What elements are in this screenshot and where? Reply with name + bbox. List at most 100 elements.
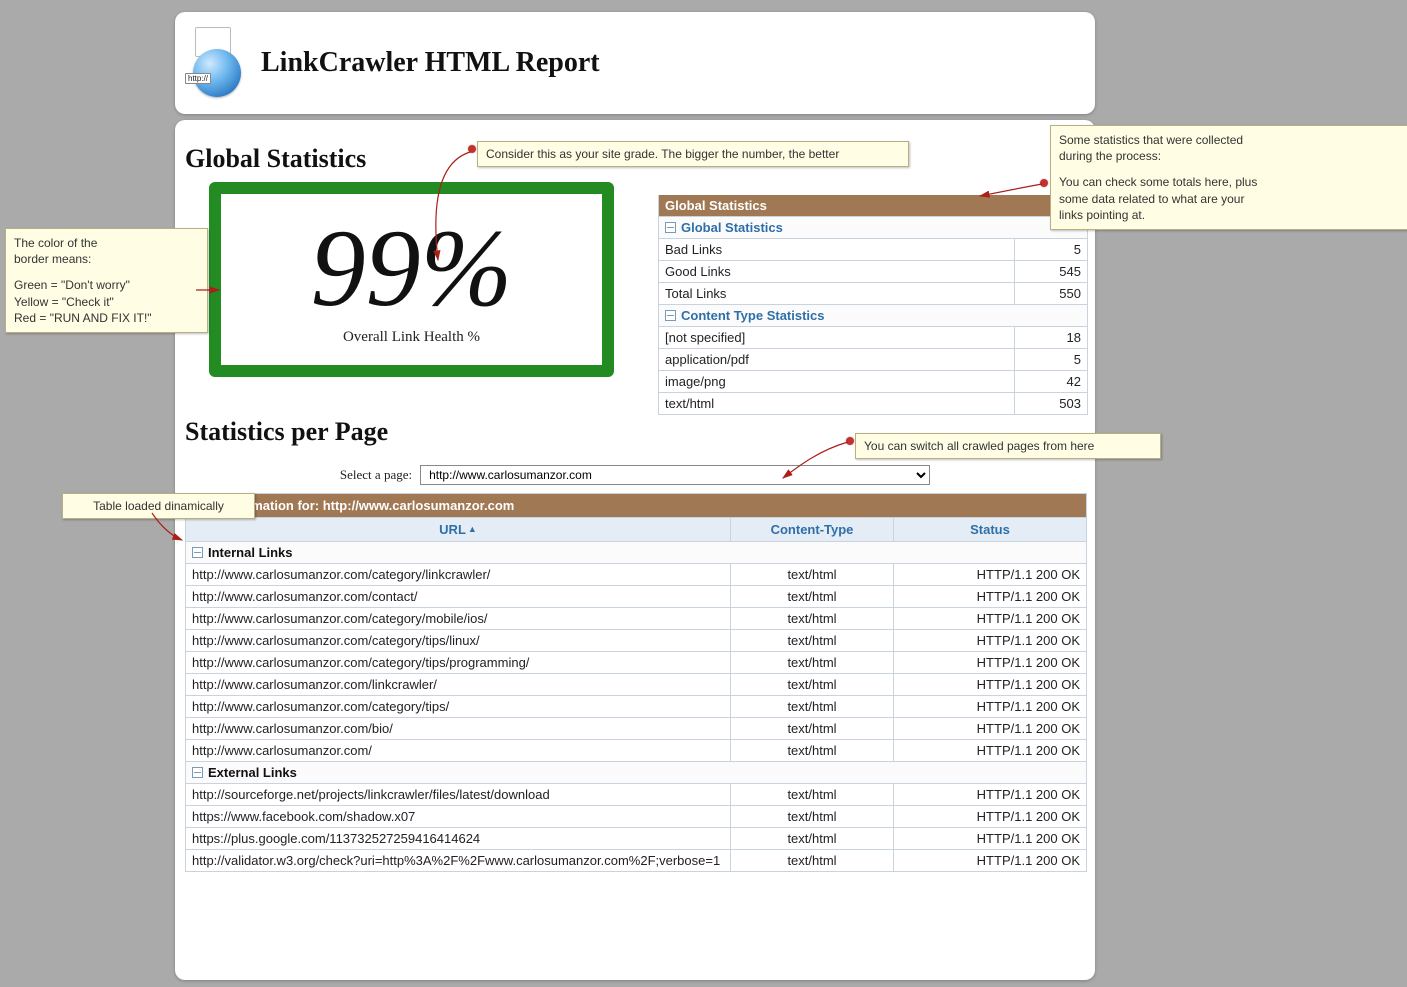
callout-dot-icon bbox=[846, 437, 854, 445]
stats-key: Bad Links bbox=[659, 239, 1014, 260]
link-row: http://www.carlosumanzor.com/linkcrawler… bbox=[186, 673, 1086, 695]
internal-links-label: Internal Links bbox=[208, 545, 293, 560]
note-line: Some statistics that were collected bbox=[1059, 132, 1407, 148]
note-line: Yellow = "Check it" bbox=[14, 294, 199, 310]
link-row: http://www.carlosumanzor.com/category/ti… bbox=[186, 695, 1086, 717]
collapse-icon[interactable] bbox=[665, 310, 676, 321]
collapse-icon[interactable] bbox=[192, 767, 203, 778]
global-stats-header: Global Statistics bbox=[659, 195, 1087, 216]
content-type-stats-group[interactable]: Content Type Statistics bbox=[659, 304, 1087, 326]
page-title: LinkCrawler HTML Report bbox=[261, 47, 600, 79]
health-score-value: 99% bbox=[311, 213, 513, 323]
stats-row: [not specified]18 bbox=[659, 326, 1087, 348]
link-url[interactable]: https://www.facebook.com/shadow.x07 bbox=[186, 806, 730, 827]
link-content-type: text/html bbox=[730, 850, 893, 871]
link-row: http://www.carlosumanzor.com/contact/tex… bbox=[186, 585, 1086, 607]
link-content-type: text/html bbox=[730, 828, 893, 849]
stats-row: Total Links550 bbox=[659, 282, 1087, 304]
column-status[interactable]: Status bbox=[893, 518, 1086, 541]
link-content-type: text/html bbox=[730, 586, 893, 607]
link-row: http://validator.w3.org/check?uri=http%3… bbox=[186, 849, 1086, 871]
link-info-header: Link information for: http://www.carlosu… bbox=[186, 494, 1086, 517]
health-score-label: Overall Link Health % bbox=[343, 329, 480, 346]
url-tag-icon: http:// bbox=[185, 73, 211, 84]
link-url[interactable]: http://www.carlosumanzor.com/category/ti… bbox=[186, 652, 730, 673]
global-stats-group-label: Global Statistics bbox=[681, 220, 783, 235]
stats-row: Good Links545 bbox=[659, 260, 1087, 282]
link-status: HTTP/1.1 200 OK bbox=[893, 674, 1086, 695]
global-stats-table: Global Statistics Global Statistics Bad … bbox=[658, 195, 1088, 415]
callout-dot-icon bbox=[1040, 179, 1048, 187]
link-status: HTTP/1.1 200 OK bbox=[893, 608, 1086, 629]
content-type-stats-group-label: Content Type Statistics bbox=[681, 308, 825, 323]
note-site-grade: Consider this as your site grade. The bi… bbox=[477, 141, 909, 167]
link-url[interactable]: http://www.carlosumanzor.com/category/li… bbox=[186, 564, 730, 585]
collapse-icon[interactable] bbox=[665, 222, 676, 233]
link-info-table: Link information for: http://www.carlosu… bbox=[185, 493, 1087, 872]
global-stats-group[interactable]: Global Statistics bbox=[659, 216, 1087, 238]
report-body: Global Statistics 99% Overall Link Healt… bbox=[175, 120, 1095, 980]
link-url[interactable]: http://validator.w3.org/check?uri=http%3… bbox=[186, 850, 730, 871]
link-url[interactable]: http://www.carlosumanzor.com/linkcrawler… bbox=[186, 674, 730, 695]
note-line: Green = "Don't worry" bbox=[14, 277, 199, 293]
note-dynamic-table: Table loaded dinamically bbox=[62, 493, 255, 519]
stats-key: Total Links bbox=[659, 283, 1014, 304]
note-page-switch: You can switch all crawled pages from he… bbox=[855, 433, 1161, 459]
link-row: http://sourceforge.net/projects/linkcraw… bbox=[186, 783, 1086, 805]
link-content-type: text/html bbox=[730, 630, 893, 651]
link-row: http://www.carlosumanzor.com/category/ti… bbox=[186, 651, 1086, 673]
link-row: https://www.facebook.com/shadow.x07text/… bbox=[186, 805, 1086, 827]
link-status: HTTP/1.1 200 OK bbox=[893, 828, 1086, 849]
stats-row: image/png42 bbox=[659, 370, 1087, 392]
stats-value: 5 bbox=[1014, 239, 1087, 260]
health-score-box: 99% Overall Link Health % bbox=[209, 182, 614, 377]
link-content-type: text/html bbox=[730, 652, 893, 673]
link-row: http://www.carlosumanzor.com/category/mo… bbox=[186, 607, 1086, 629]
note-line: during the process: bbox=[1059, 148, 1407, 164]
link-content-type: text/html bbox=[730, 784, 893, 805]
link-content-type: text/html bbox=[730, 674, 893, 695]
page-selector[interactable]: http://www.carlosumanzor.com bbox=[420, 465, 930, 485]
link-url[interactable]: https://plus.google.com/1137325272594164… bbox=[186, 828, 730, 849]
note-line: border means: bbox=[14, 251, 199, 267]
collapse-icon[interactable] bbox=[192, 547, 203, 558]
link-status: HTTP/1.1 200 OK bbox=[893, 564, 1086, 585]
internal-links-group[interactable]: Internal Links bbox=[186, 541, 1086, 563]
stats-value: 503 bbox=[1014, 393, 1087, 414]
note-stats: Some statistics that were collected duri… bbox=[1050, 125, 1407, 230]
link-status: HTTP/1.1 200 OK bbox=[893, 652, 1086, 673]
column-content-type[interactable]: Content-Type bbox=[730, 518, 893, 541]
page-selector-label: Select a page: bbox=[340, 467, 412, 483]
link-status: HTTP/1.1 200 OK bbox=[893, 806, 1086, 827]
link-row: http://www.carlosumanzor.com/text/htmlHT… bbox=[186, 739, 1086, 761]
link-content-type: text/html bbox=[730, 718, 893, 739]
stats-key: [not specified] bbox=[659, 327, 1014, 348]
app-logo: http:// bbox=[187, 27, 247, 99]
link-url[interactable]: http://www.carlosumanzor.com/category/ti… bbox=[186, 696, 730, 717]
stats-row: Bad Links5 bbox=[659, 238, 1087, 260]
note-line: You can check some totals here, plus bbox=[1059, 174, 1407, 190]
stats-key: application/pdf bbox=[659, 349, 1014, 370]
link-content-type: text/html bbox=[730, 806, 893, 827]
link-content-type: text/html bbox=[730, 608, 893, 629]
link-url[interactable]: http://www.carlosumanzor.com/category/ti… bbox=[186, 630, 730, 651]
link-url[interactable]: http://sourceforge.net/projects/linkcraw… bbox=[186, 784, 730, 805]
stats-value: 545 bbox=[1014, 261, 1087, 282]
external-links-group[interactable]: External Links bbox=[186, 761, 1086, 783]
stats-row: application/pdf5 bbox=[659, 348, 1087, 370]
stats-value: 42 bbox=[1014, 371, 1087, 392]
link-row: https://plus.google.com/1137325272594164… bbox=[186, 827, 1086, 849]
link-row: http://www.carlosumanzor.com/category/li… bbox=[186, 563, 1086, 585]
link-status: HTTP/1.1 200 OK bbox=[893, 630, 1086, 651]
link-status: HTTP/1.1 200 OK bbox=[893, 740, 1086, 761]
link-status: HTTP/1.1 200 OK bbox=[893, 784, 1086, 805]
link-row: http://www.carlosumanzor.com/bio/text/ht… bbox=[186, 717, 1086, 739]
link-url[interactable]: http://www.carlosumanzor.com/bio/ bbox=[186, 718, 730, 739]
link-url[interactable]: http://www.carlosumanzor.com/category/mo… bbox=[186, 608, 730, 629]
callout-dot-icon bbox=[468, 145, 476, 153]
note-border-colors: The color of the border means: Green = "… bbox=[5, 228, 208, 333]
link-url[interactable]: http://www.carlosumanzor.com/ bbox=[186, 740, 730, 761]
column-url[interactable]: URL▲ bbox=[186, 518, 730, 541]
link-status: HTTP/1.1 200 OK bbox=[893, 586, 1086, 607]
link-url[interactable]: http://www.carlosumanzor.com/contact/ bbox=[186, 586, 730, 607]
